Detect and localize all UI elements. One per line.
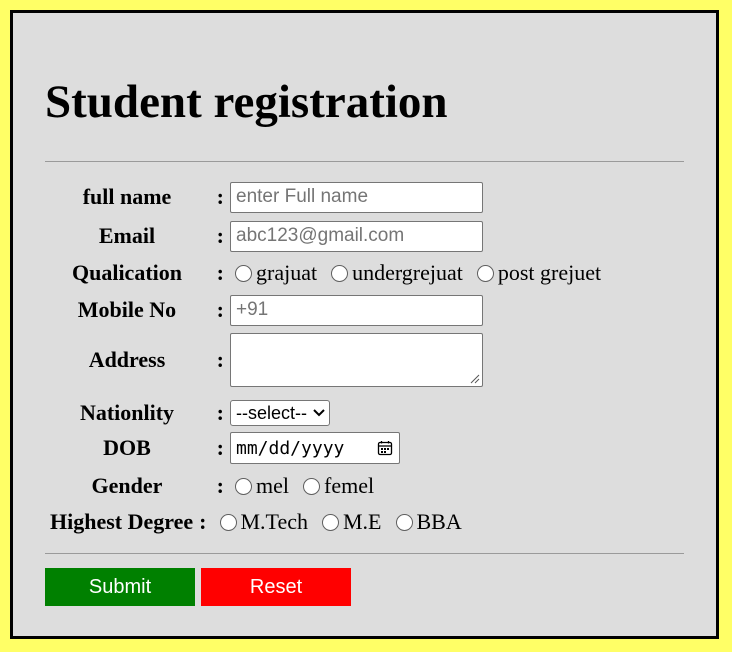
qualification-option-undergraduate[interactable]: undergrejuat — [326, 260, 463, 286]
gender-option-female[interactable]: femel — [298, 473, 374, 499]
degree-row: Highest Degree : M.Tech M.E BBA — [45, 507, 471, 537]
colon: : — [216, 435, 224, 460]
degree-label: Highest Degree — [50, 509, 194, 534]
full-name-row: full name : — [45, 181, 483, 213]
colon: : — [216, 473, 224, 498]
resize-grip-icon[interactable] — [470, 374, 480, 384]
radio-button[interactable] — [235, 264, 252, 282]
submit-button[interactable]: Submit — [45, 568, 195, 606]
nationality-row: Nationlity : --select-- — [45, 398, 330, 428]
registration-panel: Student registration full name : Email :… — [10, 10, 719, 639]
qualification-option-graduate[interactable]: grajuat — [230, 260, 317, 286]
page-title: Student registration — [45, 76, 448, 128]
colon: : — [216, 260, 224, 285]
top-divider — [45, 161, 684, 162]
gender-option-male[interactable]: mel — [230, 473, 289, 499]
calendar-icon[interactable] — [377, 440, 393, 456]
address-label: Address — [88, 347, 166, 372]
dob-row: DOB : mm/dd/yyyy — [45, 432, 400, 464]
nationality-selected-value: --select-- — [236, 402, 307, 423]
nationality-select[interactable]: --select-- — [230, 400, 330, 426]
colon: : — [216, 223, 224, 248]
gender-label: Gender — [91, 473, 163, 498]
degree-option-me[interactable]: M.E — [317, 509, 382, 535]
chevron-down-icon — [313, 409, 325, 417]
colon: : — [216, 347, 224, 372]
radio-button[interactable] — [303, 477, 320, 495]
mobile-label: Mobile No — [77, 297, 177, 322]
radio-button[interactable] — [331, 264, 349, 282]
degree-option-bba[interactable]: BBA — [391, 509, 462, 535]
dob-value: mm/dd/yyyy — [236, 437, 345, 459]
address-textarea[interactable] — [230, 333, 483, 387]
qualification-label: Qualication — [71, 260, 182, 285]
full-name-label: full name — [82, 184, 172, 209]
colon: : — [216, 297, 224, 322]
colon: : — [216, 184, 224, 209]
email-label: Email — [98, 223, 156, 248]
email-row: Email : — [45, 220, 483, 252]
radio-button[interactable] — [219, 513, 237, 531]
mobile-input[interactable] — [230, 294, 483, 326]
email-input[interactable] — [230, 220, 483, 252]
qualification-row: Qualication : grajuat undergrejuat post … — [45, 258, 610, 288]
gender-row: Gender : mel femel — [45, 471, 383, 501]
colon: : — [216, 400, 224, 425]
dob-label: DOB — [103, 435, 151, 460]
full-name-input[interactable] — [230, 181, 483, 213]
radio-button[interactable] — [476, 264, 494, 282]
reset-button[interactable]: Reset — [201, 568, 351, 606]
colon: : — [199, 509, 207, 534]
radio-button[interactable] — [322, 513, 339, 531]
bottom-divider — [45, 553, 684, 554]
degree-option-mtech[interactable]: M.Tech — [215, 509, 308, 535]
page-frame: Student registration full name : Email :… — [0, 0, 732, 652]
radio-button[interactable] — [395, 513, 413, 531]
mobile-row: Mobile No : — [45, 294, 483, 326]
address-row: Address : — [45, 332, 483, 388]
dob-date-input[interactable]: mm/dd/yyyy — [230, 432, 400, 464]
radio-button[interactable] — [235, 477, 252, 495]
nationality-label: Nationlity — [79, 400, 175, 425]
qualification-option-postgraduate[interactable]: post grejuet — [472, 260, 601, 286]
